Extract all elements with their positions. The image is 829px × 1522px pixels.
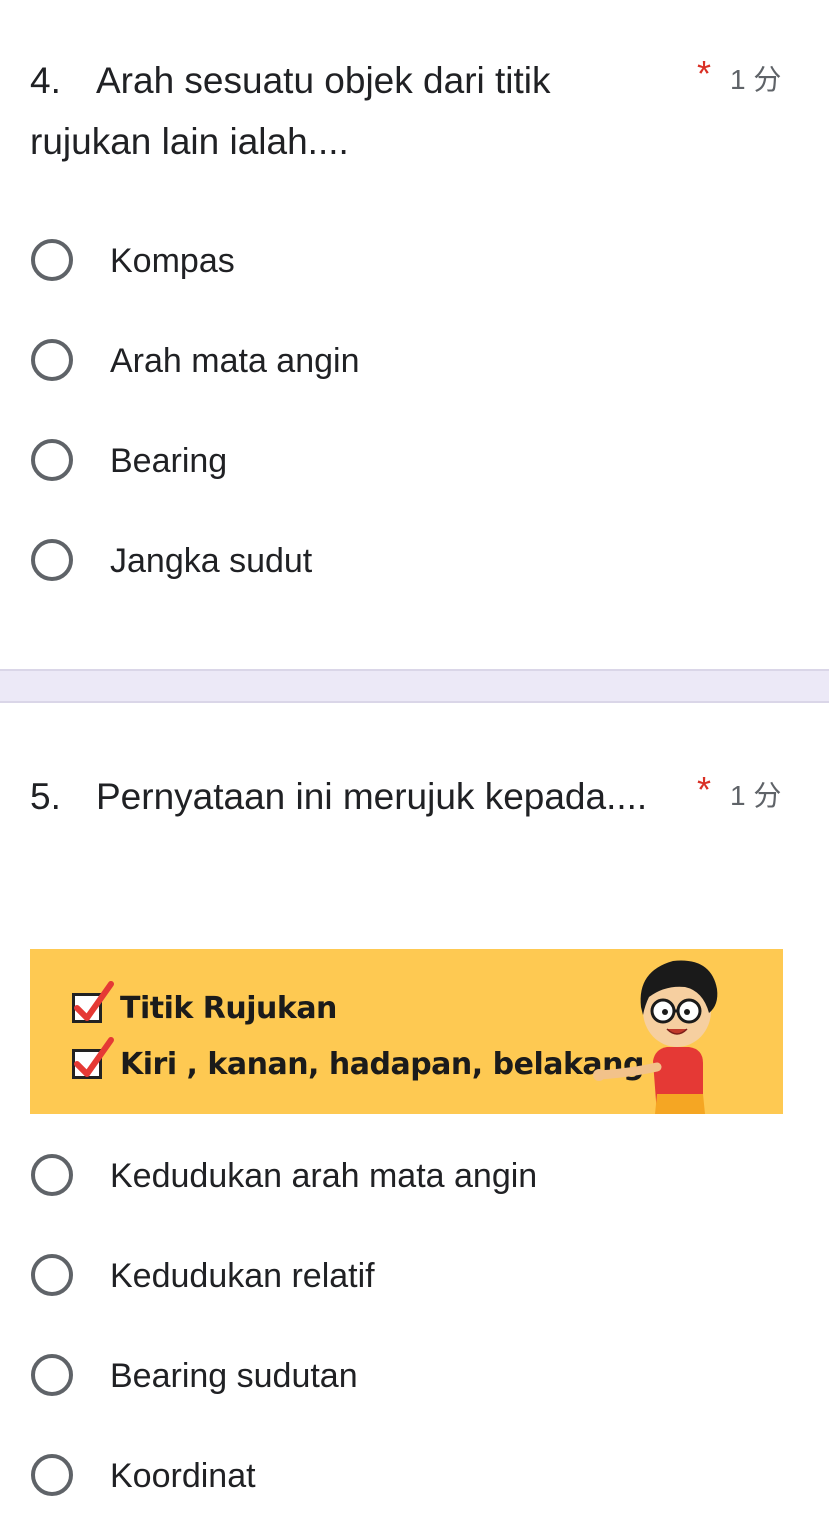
required-asterisk: * <box>697 53 712 94</box>
radio-unchecked-icon[interactable] <box>31 339 73 381</box>
radio-unchecked-icon[interactable] <box>31 1254 73 1296</box>
question-4-number: 4. <box>30 60 61 101</box>
question-4-title: 4. Arah sesuatu objek dari titik rujukan … <box>30 50 670 172</box>
option-koordinat[interactable]: Koordinat <box>30 1450 770 1510</box>
section-divider <box>0 669 829 703</box>
required-asterisk: * <box>697 769 712 810</box>
question-5-number: 5. <box>30 776 61 817</box>
points-label: 1 分 <box>730 780 782 811</box>
radio-unchecked-icon[interactable] <box>31 1454 73 1496</box>
option-label: Kedudukan relatif <box>110 1257 375 1295</box>
radio-unchecked-icon[interactable] <box>31 539 73 581</box>
boy-cartoon-icon <box>593 960 718 1114</box>
option-kedudukan-arah-mata-angin[interactable]: Kedudukan arah mata angin <box>30 1150 770 1210</box>
option-kedudukan-relatif[interactable]: Kedudukan relatif <box>30 1250 770 1310</box>
option-kompas[interactable]: Kompas <box>30 235 770 295</box>
points-label: 1 分 <box>730 64 782 95</box>
radio-unchecked-icon[interactable] <box>31 1154 73 1196</box>
question-4-text: Arah sesuatu objek dari titik rujukan la… <box>30 60 551 162</box>
banner-text: Titik Rujukan <box>120 990 337 1026</box>
option-label: Koordinat <box>110 1457 256 1495</box>
option-bearing-sudutan[interactable]: Bearing sudutan <box>30 1350 770 1410</box>
option-jangka-sudut[interactable]: Jangka sudut <box>30 535 770 595</box>
radio-unchecked-icon[interactable] <box>31 1354 73 1396</box>
banner-line-titik: Titik Rujukan <box>72 981 337 1031</box>
option-label: Jangka sudut <box>110 542 313 580</box>
option-arah-mata-angin[interactable]: Arah mata angin <box>30 335 770 395</box>
checkbox-checked-icon <box>72 981 114 1023</box>
banner-line-kiri: Kiri , kanan, hadapan, belakang <box>72 1037 645 1087</box>
radio-unchecked-icon[interactable] <box>31 439 73 481</box>
checkbox-checked-icon <box>72 1037 114 1079</box>
option-label: Kompas <box>110 242 235 280</box>
banner-text: Kiri , kanan, hadapan, belakang <box>120 1046 645 1082</box>
option-bearing[interactable]: Bearing <box>30 435 770 495</box>
question-5-text: Pernyataan ini merujuk kepada.... <box>96 776 648 817</box>
question-image: Titik Rujukan Kiri , kanan, hadapan, bel… <box>30 949 783 1114</box>
option-label: Kedudukan arah mata angin <box>110 1157 538 1195</box>
option-label: Bearing sudutan <box>110 1357 358 1395</box>
option-label: Bearing <box>110 442 228 480</box>
option-label: Arah mata angin <box>110 342 360 380</box>
radio-unchecked-icon[interactable] <box>31 239 73 281</box>
question-5-title: 5. Pernyataan ini merujuk kepada.... <box>30 766 670 827</box>
